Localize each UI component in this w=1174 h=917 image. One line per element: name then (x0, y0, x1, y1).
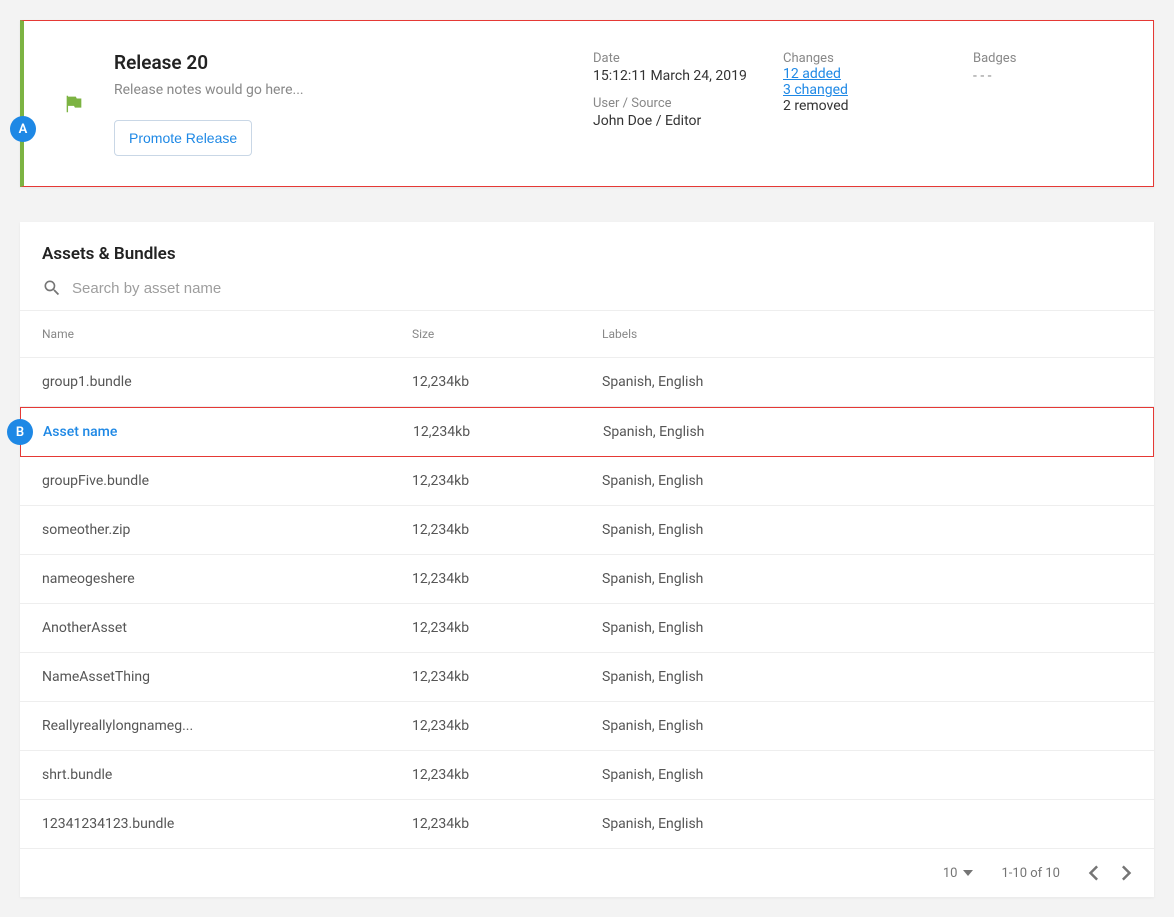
asset-size: 12,234kb (412, 669, 602, 685)
changes-label: Changes (783, 51, 973, 66)
asset-size: 12,234kb (412, 767, 602, 783)
asset-size: 12,234kb (412, 522, 602, 538)
assets-card: Assets & Bundles Name Size Labels group1… (20, 222, 1154, 897)
asset-name: group1.bundle (42, 374, 412, 390)
search-icon (42, 278, 62, 298)
table-row[interactable]: someother.zip12,234kbSpanish, English (20, 506, 1154, 555)
asset-name: shrt.bundle (42, 767, 412, 783)
table-row[interactable]: nameogeshere12,234kbSpanish, English (20, 555, 1154, 604)
search-input[interactable] (72, 280, 1132, 297)
asset-name: 12341234123.bundle (42, 816, 412, 832)
release-main: Release 20 Release notes would go here..… (104, 51, 593, 156)
table-row[interactable]: NameAssetThing12,234kbSpanish, English (20, 653, 1154, 702)
asset-labels: Spanish, English (602, 620, 1132, 636)
asset-name: groupFive.bundle (42, 473, 412, 489)
asset-labels: Spanish, English (602, 767, 1132, 783)
user-label: User / Source (593, 96, 783, 111)
col-header-labels[interactable]: Labels (602, 327, 1132, 341)
user-value: John Doe / Editor (593, 113, 783, 129)
annotation-badge-b: B (7, 419, 33, 445)
meta-changes: Changes 12 added 3 changed 2 removed (783, 51, 973, 114)
release-card: A Release 20 Release notes would go here… (20, 20, 1154, 187)
release-notes: Release notes would go here... (114, 82, 593, 98)
prev-page-button[interactable] (1088, 865, 1098, 881)
table-row[interactable]: group1.bundle12,234kbSpanish, English (20, 358, 1154, 407)
asset-labels: Spanish, English (603, 424, 1131, 440)
next-page-button[interactable] (1122, 865, 1132, 881)
changes-changed-link[interactable]: 3 changed (783, 82, 973, 98)
changes-added-link[interactable]: 12 added (783, 66, 973, 82)
meta-date-user: Date 15:12:11 March 24, 2019 User / Sour… (593, 51, 783, 141)
asset-labels: Spanish, English (602, 718, 1132, 734)
badges-label: Badges (973, 51, 1123, 66)
asset-size: 12,234kb (412, 620, 602, 636)
table-row[interactable]: groupFive.bundle12,234kbSpanish, English (20, 457, 1154, 506)
release-title: Release 20 (114, 51, 593, 74)
page-size-select[interactable]: 10 (943, 866, 974, 881)
page-size-value: 10 (943, 866, 958, 881)
asset-size: 12,234kb (413, 424, 603, 440)
table-row[interactable]: Reallyreallylongnameg...12,234kbSpanish,… (20, 702, 1154, 751)
annotation-badge-a: A (10, 116, 36, 142)
assets-title: Assets & Bundles (42, 244, 1132, 264)
dropdown-icon (963, 870, 973, 876)
page-nav (1088, 865, 1132, 881)
pagination: 10 1-10 of 10 (20, 849, 1154, 897)
flag-column (44, 51, 104, 115)
asset-name: someother.zip (42, 522, 412, 538)
badges-value: - - - (973, 68, 1123, 84)
changes-removed: 2 removed (783, 98, 973, 114)
asset-labels: Spanish, English (602, 669, 1132, 685)
asset-labels: Spanish, English (602, 522, 1132, 538)
asset-labels: Spanish, English (602, 374, 1132, 390)
date-value: 15:12:11 March 24, 2019 (593, 68, 783, 84)
asset-size: 12,234kb (412, 718, 602, 734)
asset-size: 12,234kb (412, 473, 602, 489)
search-row (20, 264, 1154, 310)
asset-labels: Spanish, English (602, 571, 1132, 587)
table-row[interactable]: 12341234123.bundle12,234kbSpanish, Engli… (20, 800, 1154, 849)
asset-name: NameAssetThing (42, 669, 412, 685)
asset-name: AnotherAsset (42, 620, 412, 636)
asset-name: Asset name (43, 424, 413, 440)
flag-icon (63, 93, 85, 115)
meta-badges: Badges - - - (973, 51, 1123, 84)
table-header: Name Size Labels (20, 310, 1154, 358)
table-row[interactable]: AnotherAsset12,234kbSpanish, English (20, 604, 1154, 653)
asset-labels: Spanish, English (602, 473, 1132, 489)
date-label: Date (593, 51, 783, 66)
col-header-name[interactable]: Name (42, 327, 412, 341)
asset-name: nameogeshere (42, 571, 412, 587)
asset-labels: Spanish, English (602, 816, 1132, 832)
asset-size: 12,234kb (412, 816, 602, 832)
promote-release-button[interactable]: Promote Release (114, 120, 252, 156)
page-range: 1-10 of 10 (1001, 866, 1060, 881)
asset-size: 12,234kb (412, 571, 602, 587)
table-row[interactable]: BAsset name12,234kbSpanish, English (20, 407, 1154, 457)
col-header-size[interactable]: Size (412, 327, 602, 341)
asset-size: 12,234kb (412, 374, 602, 390)
assets-header: Assets & Bundles (20, 222, 1154, 264)
table-row[interactable]: shrt.bundle12,234kbSpanish, English (20, 751, 1154, 800)
table-body: group1.bundle12,234kbSpanish, EnglishBAs… (20, 358, 1154, 849)
asset-name: Reallyreallylongnameg... (42, 718, 412, 734)
